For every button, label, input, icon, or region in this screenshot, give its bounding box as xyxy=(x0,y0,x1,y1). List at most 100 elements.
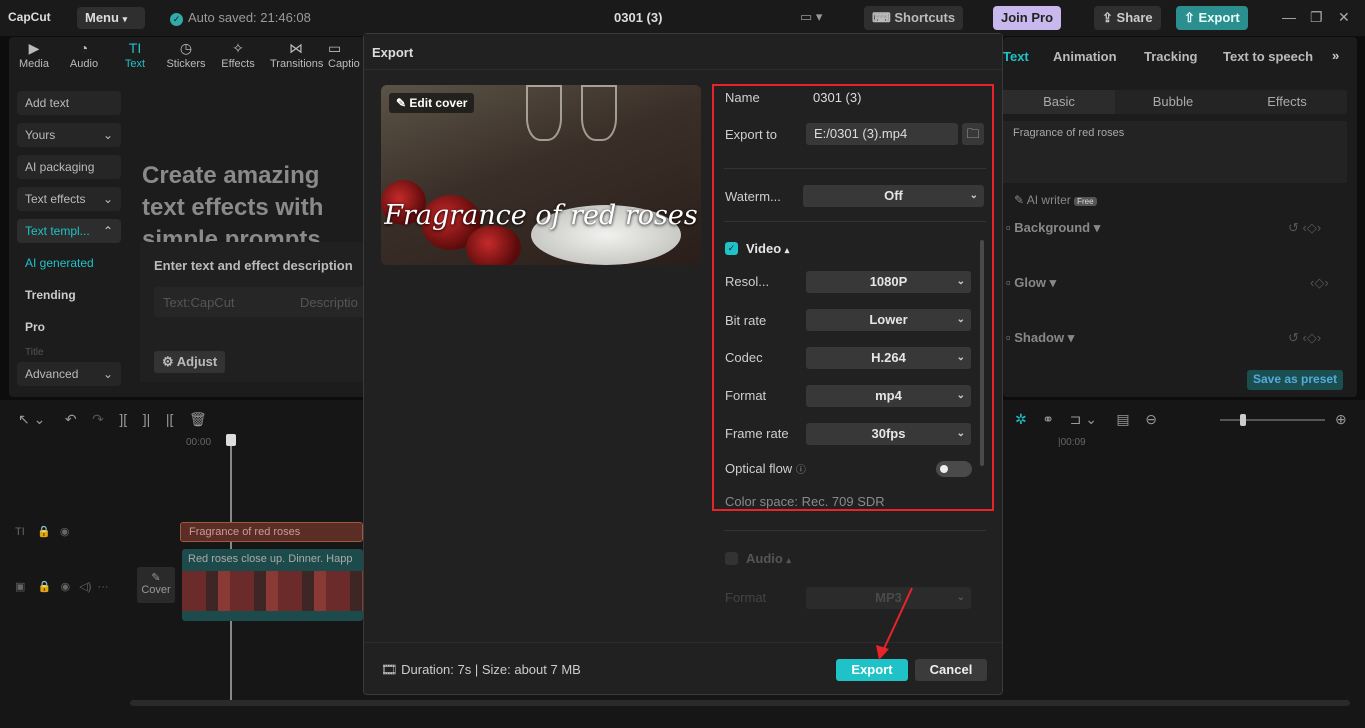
section-shadow[interactable]: ▫ Shadow ▾ xyxy=(1006,330,1074,346)
tab-captions[interactable]: ▭Captio xyxy=(328,40,364,70)
nav-pro[interactable]: Pro xyxy=(17,315,121,339)
zoom-slider-handle[interactable] xyxy=(1240,414,1246,426)
section-background[interactable]: ▫ Background ▾ xyxy=(1006,220,1100,236)
split-left-icon[interactable]: ]| xyxy=(143,411,151,427)
zoom-out-icon[interactable]: ⊖ xyxy=(1145,411,1157,427)
maximize-icon[interactable]: ❐ xyxy=(1310,9,1323,26)
name-value[interactable]: 0301 (3) xyxy=(813,90,861,105)
menu-button[interactable]: Menu ▾ xyxy=(77,7,145,29)
nav-trending[interactable]: Trending xyxy=(17,283,121,307)
playhead-handle[interactable] xyxy=(226,434,236,446)
cover-preview[interactable]: Fragrance of red roses ✎ Edit cover xyxy=(381,85,701,265)
ai-writer[interactable]: ✎ AI writer Free xyxy=(1014,193,1097,207)
delete-icon[interactable]: 🗑 xyxy=(189,411,207,427)
nav-advanced[interactable]: Advanced⌄ xyxy=(17,362,121,386)
timeline-scrollbar[interactable] xyxy=(130,700,1350,706)
speaker-icon[interactable]: ◁) xyxy=(79,581,91,593)
redo-icon[interactable]: ↷ xyxy=(92,411,104,427)
tab-media-label: Media xyxy=(19,58,49,70)
lock-icon[interactable]: 🔒 xyxy=(37,526,51,538)
framerate-select[interactable]: 30fps⌄ xyxy=(806,423,971,445)
text-clip[interactable]: Fragrance of red roses xyxy=(180,522,363,542)
tab-effects[interactable]: ✧Effects xyxy=(214,40,262,70)
cover-button[interactable]: ✎Cover xyxy=(137,567,175,603)
more-icon[interactable]: ··· xyxy=(98,581,109,593)
join-pro-button[interactable]: Join Pro xyxy=(993,6,1061,30)
audio-section-label: Audio xyxy=(746,551,783,566)
settings-scrollbar[interactable] xyxy=(980,240,984,466)
help-icon[interactable]: ⓘ xyxy=(796,465,806,476)
nav-text-effects[interactable]: Text effects⌄ xyxy=(17,187,121,211)
video-clip[interactable]: Red roses close up. Dinner. Happ xyxy=(182,549,363,621)
eye-icon[interactable]: ◉ xyxy=(60,526,70,538)
keyframe-icons[interactable]: ‹◇› xyxy=(1310,275,1329,291)
caption-icon[interactable]: ▤ xyxy=(1116,411,1129,427)
optical-flow-toggle[interactable] xyxy=(936,461,972,477)
undo-icon[interactable]: ↶ xyxy=(65,411,77,427)
adjust-button[interactable]: ⚙ Adjust xyxy=(154,351,225,373)
tab-captions-label: Captio xyxy=(328,58,360,70)
tab-text-props[interactable]: Text xyxy=(1003,49,1029,64)
tab-animation[interactable]: Animation xyxy=(1053,49,1117,64)
select-icon[interactable]: ↖ ⌄ xyxy=(18,411,45,427)
close-window-icon[interactable]: ✕ xyxy=(1338,9,1350,26)
link-icon[interactable]: ⚭ xyxy=(1042,411,1054,427)
text-icon: TI xyxy=(111,40,159,56)
minimize-icon[interactable]: — xyxy=(1282,9,1296,25)
folder-icon[interactable]: 🗀 xyxy=(962,123,984,145)
tab-text-to-speech[interactable]: Text to speech xyxy=(1223,49,1313,64)
keyframe-icons[interactable]: ↺ ‹◇› xyxy=(1288,220,1321,236)
section-glow[interactable]: ▫ Glow ▾ xyxy=(1006,275,1056,291)
codec-select[interactable]: H.264⌄ xyxy=(806,347,971,369)
tab-media[interactable]: ▶Media xyxy=(10,40,58,70)
video-section-toggle[interactable]: Video ▴ xyxy=(746,241,789,256)
nav-ai-packaging[interactable]: AI packaging xyxy=(17,155,121,179)
chevron-down-icon: ⌄ xyxy=(103,367,113,381)
prompt-text-input[interactable]: Text:CapCut xyxy=(163,295,235,310)
cancel-button[interactable]: Cancel xyxy=(915,659,987,681)
export-top-button[interactable]: ⇧ Export xyxy=(1176,6,1248,30)
nav-text-templates[interactable]: Text templ...⌃ xyxy=(17,219,121,243)
audio-format-select[interactable]: MP3⌄ xyxy=(806,587,971,609)
shortcuts-button[interactable]: ⌨ Shortcuts xyxy=(864,6,963,30)
watermark-select[interactable]: Off⌄ xyxy=(803,185,984,207)
prompt-input[interactable]: Text:CapCut Descriptio xyxy=(154,287,366,317)
resolution-select[interactable]: 1080P⌄ xyxy=(806,271,971,293)
split-icon[interactable]: ][ xyxy=(119,411,127,427)
zoom-slider[interactable] xyxy=(1220,419,1325,421)
text-content-field[interactable]: Fragrance of red roses xyxy=(1003,121,1347,183)
more-tabs-icon[interactable]: » xyxy=(1332,48,1339,63)
zoom-in-icon[interactable]: ⊕ xyxy=(1335,411,1347,428)
split-right-icon[interactable]: |[ xyxy=(166,411,174,427)
lock-icon[interactable]: 🔒 xyxy=(38,581,52,593)
tab-audio[interactable]: ◔Audio xyxy=(60,40,108,70)
prompt-desc-input[interactable]: Descriptio xyxy=(300,295,358,310)
tab-stickers[interactable]: ◷Stickers xyxy=(162,40,210,70)
export-button[interactable]: Export xyxy=(836,659,908,681)
export-path-input[interactable]: E:/0301 (3).mp4 xyxy=(806,123,958,145)
keyframe-icons[interactable]: ↺ ‹◇› xyxy=(1288,330,1321,346)
subtab-basic[interactable]: Basic xyxy=(1003,90,1115,114)
nav-ai-generated[interactable]: AI generated xyxy=(17,251,121,275)
audio-section-toggle[interactable]: Audio ▴ xyxy=(746,551,791,566)
layout-icon[interactable]: ▭ ▾ xyxy=(800,9,822,25)
subtab-effects[interactable]: Effects xyxy=(1231,90,1343,114)
audio-checkbox[interactable] xyxy=(725,552,738,565)
share-button[interactable]: ⇪ Share xyxy=(1094,6,1161,30)
effects-icon: ✧ xyxy=(214,40,262,56)
nav-add-text[interactable]: Add text xyxy=(17,91,121,115)
tab-tracking[interactable]: Tracking xyxy=(1144,49,1197,64)
nav-title[interactable]: Title xyxy=(17,347,121,357)
save-as-preset-button[interactable]: Save as preset xyxy=(1247,370,1343,390)
tab-text[interactable]: TIText xyxy=(111,40,159,70)
video-checkbox[interactable]: ✓ xyxy=(725,242,738,255)
format-select[interactable]: mp4⌄ xyxy=(806,385,971,407)
tab-transitions[interactable]: ⋈Transitions xyxy=(270,40,322,70)
preview-axis-icon[interactable]: ⊐ ⌄ xyxy=(1070,411,1097,427)
bitrate-select[interactable]: Lower⌄ xyxy=(806,309,971,331)
snap-icon[interactable]: ✲ xyxy=(1015,411,1027,427)
edit-cover-button[interactable]: ✎ Edit cover xyxy=(389,93,474,113)
nav-yours[interactable]: Yours⌄ xyxy=(17,123,121,147)
eye-icon[interactable]: ◉ xyxy=(61,581,71,593)
subtab-bubble[interactable]: Bubble xyxy=(1117,90,1229,114)
